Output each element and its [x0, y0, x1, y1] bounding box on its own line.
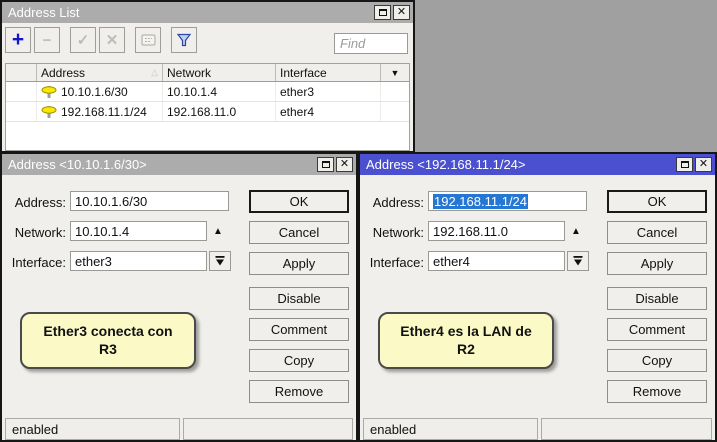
filter-button[interactable]: [171, 27, 197, 53]
remove-button[interactable]: Remove: [249, 380, 349, 403]
window-title: Address List: [8, 5, 372, 20]
header-address[interactable]: Address △: [37, 64, 163, 81]
statusbar: enabled: [360, 418, 715, 440]
table-row[interactable]: 10.10.1.6/30 10.10.1.4 ether3: [6, 82, 409, 102]
network-field[interactable]: 192.168.11.0: [428, 221, 565, 241]
cell-network: 10.10.1.4: [163, 82, 276, 101]
comment-button[interactable]: Comment: [607, 318, 707, 341]
collapse-button[interactable]: ▲: [567, 221, 585, 241]
status-text: enabled: [363, 418, 538, 440]
desktop: { "colors": { "desktop_bg": "#A0A0A0", "…: [0, 0, 717, 442]
close-button[interactable]: ✕: [695, 157, 712, 172]
close-icon: ✕: [340, 159, 349, 170]
close-button[interactable]: ✕: [336, 157, 353, 172]
ok-button[interactable]: OK: [607, 190, 707, 213]
maximize-icon: [379, 9, 387, 16]
interface-label: Interface:: [360, 255, 424, 270]
dropdown-icon: [214, 255, 226, 267]
disable-button[interactable]: Disable: [607, 287, 707, 310]
cancel-button[interactable]: Cancel: [607, 221, 707, 244]
address-label: Address:: [360, 195, 424, 210]
row-flags: [6, 102, 37, 121]
status-text: enabled: [5, 418, 180, 440]
table-row[interactable]: 192.168.11.1/24 192.168.11.0 ether4: [6, 102, 409, 122]
remove-button[interactable]: −: [34, 27, 60, 53]
header-flags[interactable]: [6, 64, 37, 81]
ip-address-icon: [41, 105, 57, 119]
dialog-title: Address <10.10.1.6/30>: [8, 157, 315, 172]
chevron-down-icon: ▼: [391, 68, 400, 78]
copy-button[interactable]: Copy: [249, 349, 349, 372]
dialog-titlebar[interactable]: Address <10.10.1.6/30> ✕: [2, 154, 356, 175]
triangle-up-icon: ▲: [213, 226, 223, 237]
comment-icon: [141, 34, 156, 46]
cell-interface: ether4: [276, 102, 381, 121]
address-dialog-ether4: Address <192.168.11.1/24> ✕ Address: 192…: [358, 152, 717, 442]
network-label: Network:: [2, 225, 66, 240]
statusbar: enabled: [2, 418, 356, 440]
add-icon: +: [12, 29, 24, 50]
check-icon: ✓: [77, 33, 90, 48]
address-list-window: Address List ✕ + − ✓ ✕ Address △: [0, 0, 415, 153]
add-button[interactable]: +: [5, 27, 31, 53]
row-flags: [6, 82, 37, 101]
address-table: Address △ Network Interface ▼ 10.10.1.6/…: [5, 63, 410, 151]
cancel-button[interactable]: Cancel: [249, 221, 349, 244]
disable-button[interactable]: Disable: [249, 287, 349, 310]
network-field[interactable]: 10.10.1.4: [70, 221, 207, 241]
triangle-up-icon: ▲: [571, 226, 581, 237]
status-extra: [541, 418, 712, 440]
interface-dropdown-button[interactable]: [567, 251, 589, 271]
cell-address: 192.168.11.1/24: [61, 105, 147, 119]
annotation-note: Ether3 conecta con R3: [20, 312, 196, 369]
maximize-icon: [681, 161, 689, 168]
enable-button[interactable]: ✓: [70, 27, 96, 53]
address-list-titlebar[interactable]: Address List ✕: [2, 2, 413, 23]
cross-icon: ✕: [106, 33, 119, 48]
dialog-title: Address <192.168.11.1/24>: [366, 157, 674, 172]
cell-address: 10.10.1.6/30: [61, 85, 128, 99]
table-header: Address △ Network Interface ▼: [6, 64, 409, 82]
dropdown-icon: [572, 255, 584, 267]
cell-network: 192.168.11.0: [163, 102, 276, 121]
filter-icon: [176, 33, 192, 47]
interface-label: Interface:: [2, 255, 66, 270]
copy-button[interactable]: Copy: [607, 349, 707, 372]
maximize-button[interactable]: [374, 5, 391, 20]
remove-icon: −: [43, 33, 52, 48]
ok-button[interactable]: OK: [249, 190, 349, 213]
interface-dropdown-button[interactable]: [209, 251, 231, 271]
ip-address-icon: [41, 85, 57, 99]
status-extra: [183, 418, 353, 440]
address-label: Address:: [2, 195, 66, 210]
interface-field[interactable]: ether3: [70, 251, 207, 271]
comment-button[interactable]: [135, 27, 161, 53]
header-interface[interactable]: Interface: [276, 64, 381, 81]
close-icon: ✕: [699, 159, 708, 170]
annotation-note: Ether4 es la LAN de R2: [378, 312, 554, 369]
cell-interface: ether3: [276, 82, 381, 101]
maximize-button[interactable]: [317, 157, 334, 172]
interface-field[interactable]: ether4: [428, 251, 565, 271]
column-select-button[interactable]: ▼: [381, 64, 409, 81]
remove-button[interactable]: Remove: [607, 380, 707, 403]
header-network[interactable]: Network: [163, 64, 276, 81]
apply-button[interactable]: Apply: [607, 252, 707, 275]
close-icon: ✕: [397, 7, 406, 18]
sort-ascending-icon: △: [151, 67, 158, 78]
find-input[interactable]: [334, 33, 408, 54]
maximize-icon: [322, 161, 330, 168]
disable-button[interactable]: ✕: [99, 27, 125, 53]
maximize-button[interactable]: [676, 157, 693, 172]
selected-text: 192.168.11.1/24: [433, 194, 528, 209]
comment-button[interactable]: Comment: [249, 318, 349, 341]
dialog-titlebar[interactable]: Address <192.168.11.1/24> ✕: [360, 154, 715, 175]
address-field[interactable]: 10.10.1.6/30: [70, 191, 229, 211]
address-dialog-ether3: Address <10.10.1.6/30> ✕ Address: 10.10.…: [0, 152, 358, 442]
network-label: Network:: [360, 225, 424, 240]
collapse-button[interactable]: ▲: [209, 221, 227, 241]
close-button[interactable]: ✕: [393, 5, 410, 20]
apply-button[interactable]: Apply: [249, 252, 349, 275]
address-field[interactable]: 192.168.11.1/24: [428, 191, 587, 211]
